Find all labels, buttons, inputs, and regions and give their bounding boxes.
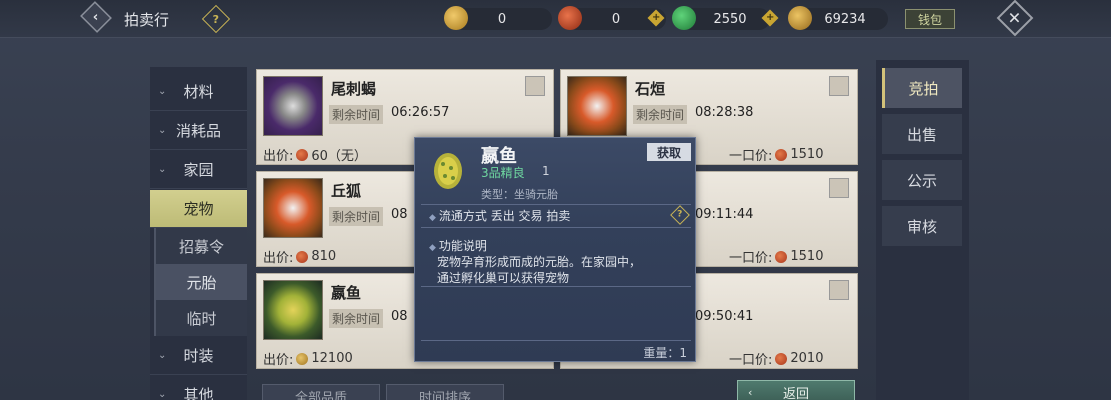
left-arrow-icon: ‹ (748, 385, 753, 399)
item-name: 丘狐 (331, 182, 362, 200)
tab-sell[interactable]: 出售 (882, 114, 962, 154)
divider (421, 340, 691, 341)
red-coin-icon (775, 352, 788, 365)
fish-egg-icon (427, 150, 469, 192)
wallet-button[interactable]: 钱包 (905, 9, 955, 29)
item-name: 嬴鱼 (331, 284, 362, 302)
sidebar-sub-embryo[interactable]: 元胎 (154, 264, 247, 300)
time-label: 剩余时间 (329, 309, 384, 328)
red-coin-icon (775, 148, 788, 161)
buyout-price: 一口价: 2010 (729, 351, 824, 368)
chevron-down-icon: ⌄ (158, 350, 167, 361)
orange-egg-icon (567, 76, 627, 136)
divider (421, 204, 691, 205)
bid-price: 出价: 12100 (263, 351, 353, 368)
question-diamond-icon[interactable]: ? (670, 205, 690, 225)
back-button[interactable]: ‹ (80, 1, 112, 33)
buyout-price: 一口价: 1510 (729, 147, 824, 164)
diamond-bullet-icon: ◆ (429, 243, 436, 253)
quality-filter-button[interactable]: 全部品质 (262, 384, 380, 400)
tooltip-count: 1 (542, 164, 550, 178)
right-tab-panel: 竞拍 出售 公示 审核 (876, 60, 969, 400)
time-remaining: 08 (391, 207, 408, 222)
sidebar-item-fashion[interactable]: ⌄ 时装 (150, 337, 247, 375)
chevron-down-icon: ⌄ (158, 164, 167, 175)
sort-button[interactable]: 时间排序 (386, 384, 504, 400)
close-button[interactable]: ✕ (996, 0, 1034, 37)
tooltip-type: 类型：坐骑元胎 (481, 188, 558, 201)
sidebar-item-other[interactable]: ⌄ 其他 (150, 376, 247, 400)
green-jade-icon (672, 6, 696, 30)
time-remaining: 09:50:41 (695, 309, 754, 324)
select-checkbox[interactable] (525, 76, 545, 96)
sidebar-sub-temporary[interactable]: 临时 (154, 300, 247, 336)
question-diamond-icon[interactable]: ? (201, 4, 231, 34)
time-remaining: 09:11:44 (695, 207, 754, 222)
time-remaining: 08 (391, 309, 408, 324)
tooltip-quality: 3品精良 (481, 166, 525, 180)
tab-public[interactable]: 公示 (882, 160, 962, 200)
item-detail-tooltip: 嬴鱼 3品精良 1 类型：坐骑元胎 获取 ◆ 流通方式 丢出 交易 拍卖 ? ◆ 功… (414, 137, 696, 362)
chevron-down-icon: ⌄ (158, 125, 167, 136)
red-swirl-coin-icon (558, 6, 582, 30)
sidebar-item-pets[interactable]: 宠物 (150, 190, 247, 228)
sidebar-item-home[interactable]: ⌄ 家园 (150, 151, 247, 189)
select-checkbox[interactable] (829, 178, 849, 198)
divider (421, 227, 691, 228)
bid-price: 出价: 810 (263, 249, 337, 266)
select-checkbox[interactable] (829, 76, 849, 96)
function-title: ◆ 功能说明 (429, 239, 487, 253)
sidebar-item-consumables[interactable]: ⌄ 消耗品 (150, 112, 247, 150)
divider (421, 286, 691, 287)
circulation-row: ◆ 流通方式 丢出 交易 拍卖 (429, 209, 571, 223)
red-coin-icon (775, 250, 788, 263)
buyout-price: 一口价: 1510 (729, 249, 824, 266)
obtain-button[interactable]: 获取 (647, 143, 691, 161)
tab-bidding[interactable]: 竞拍 (882, 68, 962, 108)
tab-review[interactable]: 审核 (882, 206, 962, 246)
return-button[interactable]: ‹ 返回 (737, 380, 855, 400)
time-remaining: 08:28:38 (695, 105, 754, 120)
function-description: 宠物孕育形成而成的元胎。在家园中， 通过孵化巢可以获得宠物 (437, 255, 642, 285)
sidebar-item-materials[interactable]: ⌄ 材料 (150, 73, 247, 111)
chevron-down-icon: ⌄ (158, 86, 167, 97)
time-remaining: 06:26:57 (391, 105, 450, 120)
back-arrow-icon: ‹ (93, 9, 99, 25)
top-bar: ‹ 拍卖行 ? 0 0 + 2550 + 69234 钱包 ✕ (0, 0, 1111, 38)
close-x-icon: ✕ (1008, 8, 1022, 28)
tooltip-weight: 重量：1 (643, 346, 687, 360)
red-coin-icon (296, 250, 309, 263)
select-checkbox[interactable] (829, 280, 849, 300)
item-name: 尾刺蝎 (331, 80, 377, 98)
gold-coin-icon (296, 352, 309, 365)
fish-egg-icon (263, 280, 323, 340)
gold-bell-icon (444, 6, 468, 30)
item-name: 石烜 (635, 80, 666, 98)
chevron-down-icon: ⌄ (158, 389, 167, 400)
time-label: 剩余时间 (633, 105, 688, 124)
fox-egg-icon (263, 178, 323, 238)
sidebar-sub-recruit[interactable]: 招募令 (154, 228, 247, 264)
diamond-bullet-icon: ◆ (429, 213, 436, 223)
page-title: 拍卖行 (124, 11, 170, 29)
scorpion-egg-icon (263, 76, 323, 136)
category-sidebar: ⌄ 材料 ⌄ 消耗品 ⌄ 家园 宠物 招募令 元胎 临时 ⌄ 时装 ⌄ 其他 (150, 67, 247, 400)
bid-price: 出价: 60（无） (263, 148, 367, 164)
gold-leaf-coin-icon (788, 6, 812, 30)
time-label: 剩余时间 (329, 105, 384, 124)
red-coin-icon (296, 148, 309, 161)
time-label: 剩余时间 (329, 207, 384, 226)
